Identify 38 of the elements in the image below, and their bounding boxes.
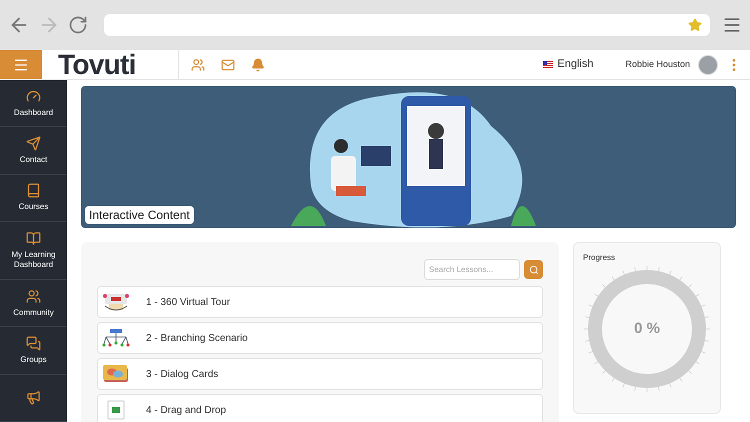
chat-bubbles-icon (26, 336, 41, 351)
lesson-item[interactable]: 4 - Drag and Drop (97, 394, 543, 422)
open-book-icon (26, 231, 41, 246)
lesson-item[interactable]: 3 - Dialog Cards (97, 358, 543, 390)
user-name[interactable]: Robbie Houston (625, 58, 690, 72)
envelope-icon[interactable] (221, 58, 235, 72)
bell-icon[interactable] (251, 58, 265, 72)
menu-icon (13, 56, 29, 72)
lesson-item[interactable]: 1 - 360 Virtual Tour (97, 286, 543, 318)
search-button[interactable] (524, 260, 543, 279)
banner-title: Interactive Content (85, 206, 194, 224)
avatar[interactable] (698, 54, 718, 74)
sidebar-item[interactable]: Community (0, 280, 67, 328)
flag-icon (543, 61, 554, 68)
sidebar-item[interactable]: Contact (0, 127, 67, 175)
branching-diagram-icon (102, 328, 130, 348)
logo: Tovuti (58, 50, 137, 78)
gauge-icon (26, 88, 41, 104)
lesson-item[interactable]: 2 - Branching Scenario (97, 322, 543, 354)
sidebar-item[interactable]: Dashboard (0, 80, 67, 128)
menu-button[interactable] (0, 50, 42, 79)
sidebar-item[interactable]: My Learning Dashboard (0, 222, 67, 280)
search-field[interactable]: Search Lessons... (424, 259, 520, 280)
sidebar-item[interactable]: Groups (0, 327, 67, 375)
paper-plane-icon (26, 136, 41, 151)
megaphone-icon (26, 390, 41, 406)
progress-reading: 0 % (634, 318, 660, 339)
people-icon (26, 288, 41, 304)
book-icon (26, 183, 41, 198)
vr-tour-icon (102, 292, 130, 312)
speech-cards-icon (102, 364, 130, 384)
progress-title: Progress (583, 252, 616, 264)
sidebar-item[interactable]: Courses (0, 174, 67, 222)
reload-icon[interactable] (68, 15, 88, 35)
language-selector[interactable]: English (543, 56, 594, 73)
star-icon[interactable] (688, 18, 702, 32)
people-icon[interactable] (191, 58, 205, 72)
search-icon (528, 264, 538, 274)
